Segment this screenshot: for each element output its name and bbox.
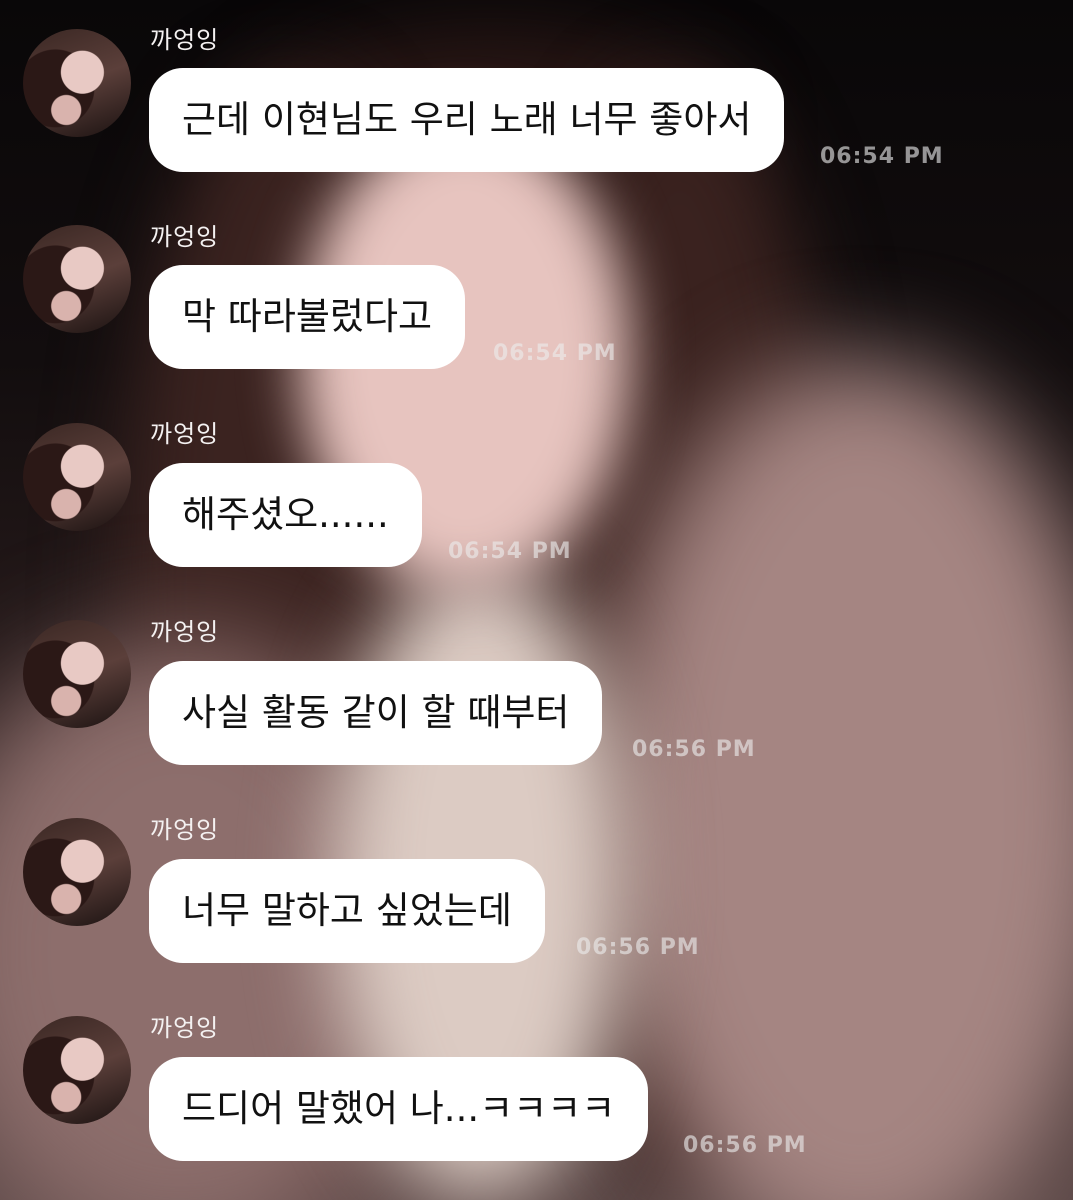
avatar[interactable] [23,818,131,926]
sender-name: 까엉잉 [150,816,220,844]
message-time: 06:54 PM [820,144,944,169]
sender-name: 까엉잉 [150,1014,220,1042]
avatar[interactable] [23,423,131,531]
chat-thread: 까엉잉 근데 이현님도 우리 노래 너무 좋아서 06:54 PM 까엉잉 막 … [0,0,1073,1200]
avatar[interactable] [23,225,131,333]
message-time: 06:56 PM [683,1133,807,1158]
message-time: 06:54 PM [448,539,572,564]
avatar[interactable] [23,620,131,728]
sender-name: 까엉잉 [150,223,220,251]
message-bubble[interactable]: 해주셨오...... [149,463,422,567]
message-time: 06:56 PM [632,737,756,762]
avatar[interactable] [23,29,131,137]
message-bubble[interactable]: 드디어 말했어 나...ㅋㅋㅋㅋ [149,1057,649,1161]
avatar[interactable] [23,1016,131,1124]
message-time: 06:56 PM [576,935,700,960]
message-bubble[interactable]: 막 따라불렀다고 [149,265,466,369]
sender-name: 까엉잉 [150,26,220,54]
message-time: 06:54 PM [493,341,617,366]
sender-name: 까엉잉 [150,420,220,448]
message-bubble[interactable]: 근데 이현님도 우리 노래 너무 좋아서 [149,68,785,172]
sender-name: 까엉잉 [150,618,220,646]
message-bubble[interactable]: 너무 말하고 싶었는데 [149,859,545,963]
message-bubble[interactable]: 사실 활동 같이 할 때부터 [149,661,603,765]
